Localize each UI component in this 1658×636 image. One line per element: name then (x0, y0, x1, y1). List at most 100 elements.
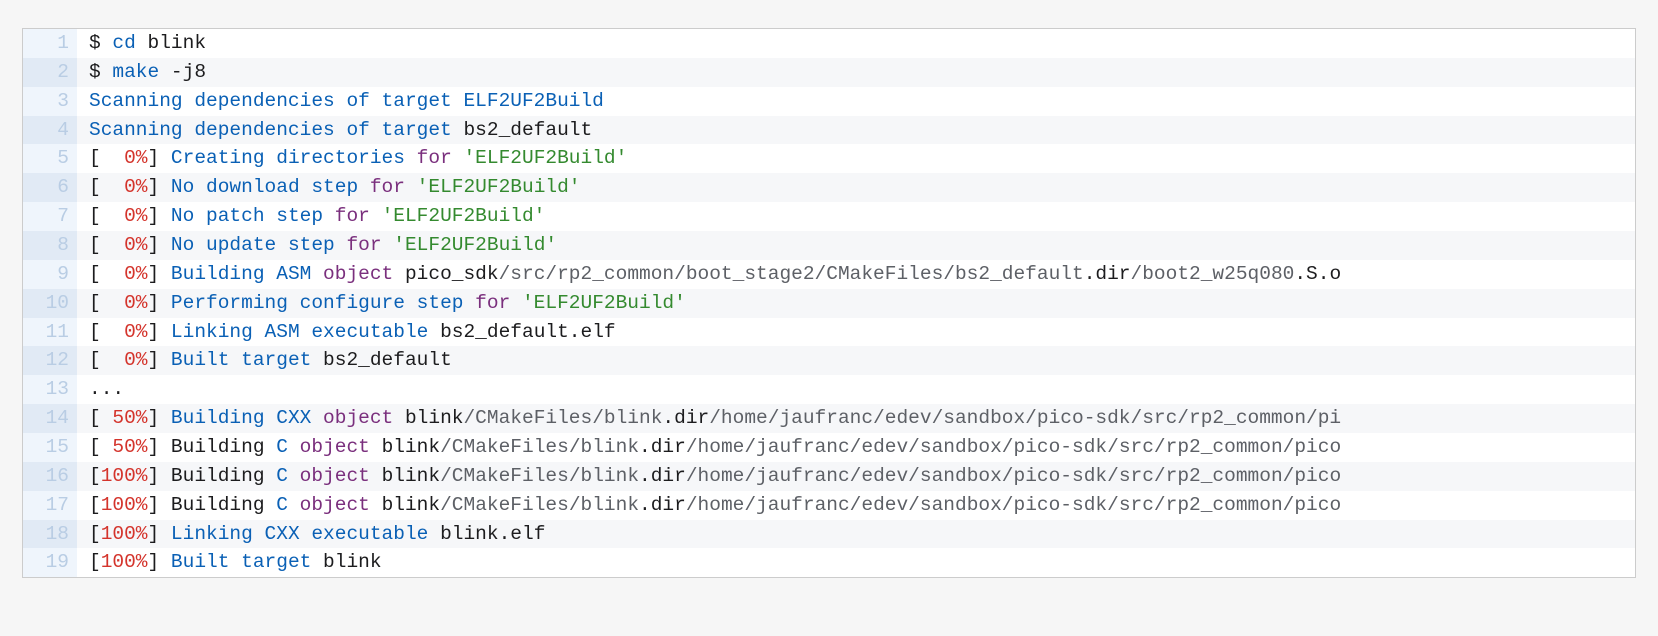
token: Scanning dependencies of target ELF2UF2B… (89, 90, 604, 112)
token: /boot2_w25q080 (1131, 263, 1295, 285)
line-number: 1 (23, 29, 77, 58)
line-number: 2 (23, 58, 77, 87)
token: cd (112, 32, 135, 54)
token: Performing configure step (171, 292, 475, 314)
line-content: ... (77, 375, 1635, 404)
token: [ (89, 436, 112, 458)
token: for (335, 205, 370, 227)
line-content: [100%] Built target blink (77, 548, 1635, 577)
line-content: [100%] Building C object blink/CMakeFile… (77, 491, 1635, 520)
line-number: 11 (23, 318, 77, 347)
token: .dir (639, 465, 686, 487)
token: 100% (101, 494, 148, 516)
token: /home/jaufranc/edev/sandbox/pico-sdk/src… (686, 465, 1341, 487)
line-content: [ 50%] Building CXX object blink/CMakeFi… (77, 404, 1635, 433)
token: ] (148, 407, 171, 429)
token: -j8 (159, 61, 206, 83)
line-number: 16 (23, 462, 77, 491)
token: 0% (124, 321, 147, 343)
code-line: 19[100%] Built target blink (23, 548, 1635, 577)
token: No patch step (171, 205, 335, 227)
token: /src/rp2_common/boot_stage2/CMakeFiles/b… (499, 263, 1084, 285)
code-line: 6[ 0%] No download step for 'ELF2UF2Buil… (23, 173, 1635, 202)
token: C (276, 494, 288, 516)
token: make (112, 61, 159, 83)
token: .dir (639, 436, 686, 458)
token (288, 494, 300, 516)
token: ] Building (148, 436, 277, 458)
token: Built target (171, 349, 323, 371)
token: Building CXX (171, 407, 323, 429)
token (288, 436, 300, 458)
token: /home/jaufranc/edev/sandbox/pico-sdk/src… (709, 407, 1341, 429)
token (382, 234, 394, 256)
token: .dir (1084, 263, 1131, 285)
token: for (475, 292, 510, 314)
code-line: 9[ 0%] Building ASM object pico_sdk/src/… (23, 260, 1635, 289)
token: /CMakeFiles/blink (440, 436, 639, 458)
token: for (370, 176, 405, 198)
line-content: [ 0%] Creating directories for 'ELF2UF2B… (77, 144, 1635, 173)
token: 100% (101, 465, 148, 487)
code-line: 3 Scanning dependencies of target ELF2UF2… (23, 87, 1635, 116)
token: ] Building (148, 494, 277, 516)
token: C (276, 436, 288, 458)
code-line: 5[ 0%] Creating directories for 'ELF2UF2… (23, 144, 1635, 173)
token: [ (89, 263, 124, 285)
token: 'ELF2UF2Build' (393, 234, 557, 256)
token: 0% (124, 292, 147, 314)
line-content: [100%] Linking CXX executable blink.elf (77, 520, 1635, 549)
token: /home/jaufranc/edev/sandbox/pico-sdk/src… (686, 436, 1341, 458)
line-number: 7 (23, 202, 77, 231)
token: for (346, 234, 381, 256)
token (510, 292, 522, 314)
token: [ (89, 407, 112, 429)
line-number: 13 (23, 375, 77, 404)
token: [ (89, 551, 101, 573)
token: Linking ASM executable (171, 321, 440, 343)
code-line: 8[ 0%] No update step for 'ELF2UF2Build' (23, 231, 1635, 260)
token: for (417, 147, 452, 169)
line-content: [ 0%] Performing configure step for 'ELF… (77, 289, 1635, 318)
token: ] (148, 263, 171, 285)
token: 0% (124, 349, 147, 371)
line-content: [ 0%] No update step for 'ELF2UF2Build' (77, 231, 1635, 260)
token: No update step (171, 234, 347, 256)
code-line: 14[ 50%] Building CXX object blink/CMake… (23, 404, 1635, 433)
token: blink (370, 494, 440, 516)
token: [ (89, 176, 124, 198)
token: 50% (112, 436, 147, 458)
token (452, 147, 464, 169)
token: 0% (124, 263, 147, 285)
line-number: 4 (23, 116, 77, 145)
line-number: 8 (23, 231, 77, 260)
token (288, 465, 300, 487)
token: /CMakeFiles/blink (440, 465, 639, 487)
code-line: 10[ 0%] Performing configure step for 'E… (23, 289, 1635, 318)
line-content: Scanning dependencies of target bs2_defa… (77, 116, 1635, 145)
line-content: $ cd blink (77, 29, 1635, 58)
token: 50% (112, 407, 147, 429)
code-line: 11[ 0%] Linking ASM executable bs2_defau… (23, 318, 1635, 347)
line-content: [ 0%] Linking ASM executable bs2_default… (77, 318, 1635, 347)
line-number: 9 (23, 260, 77, 289)
token: 100% (101, 523, 148, 545)
token: pico_sdk (393, 263, 498, 285)
token: [ (89, 523, 101, 545)
token: object (323, 263, 393, 285)
line-number: 3 (23, 87, 77, 116)
code-line: 2$ make -j8 (23, 58, 1635, 87)
code-line: 13... (23, 375, 1635, 404)
token: [ (89, 234, 124, 256)
code-line: 1$ cd blink (23, 29, 1635, 58)
token (370, 205, 382, 227)
code-line: 16[100%] Building C object blink/CMakeFi… (23, 462, 1635, 491)
token: Linking CXX executable (171, 523, 440, 545)
token: ] (148, 523, 171, 545)
token: 0% (124, 205, 147, 227)
token: 0% (124, 147, 147, 169)
line-number: 15 (23, 433, 77, 462)
line-number: 17 (23, 491, 77, 520)
token: ] (148, 176, 171, 198)
token: Scanning dependencies of target (89, 119, 463, 141)
